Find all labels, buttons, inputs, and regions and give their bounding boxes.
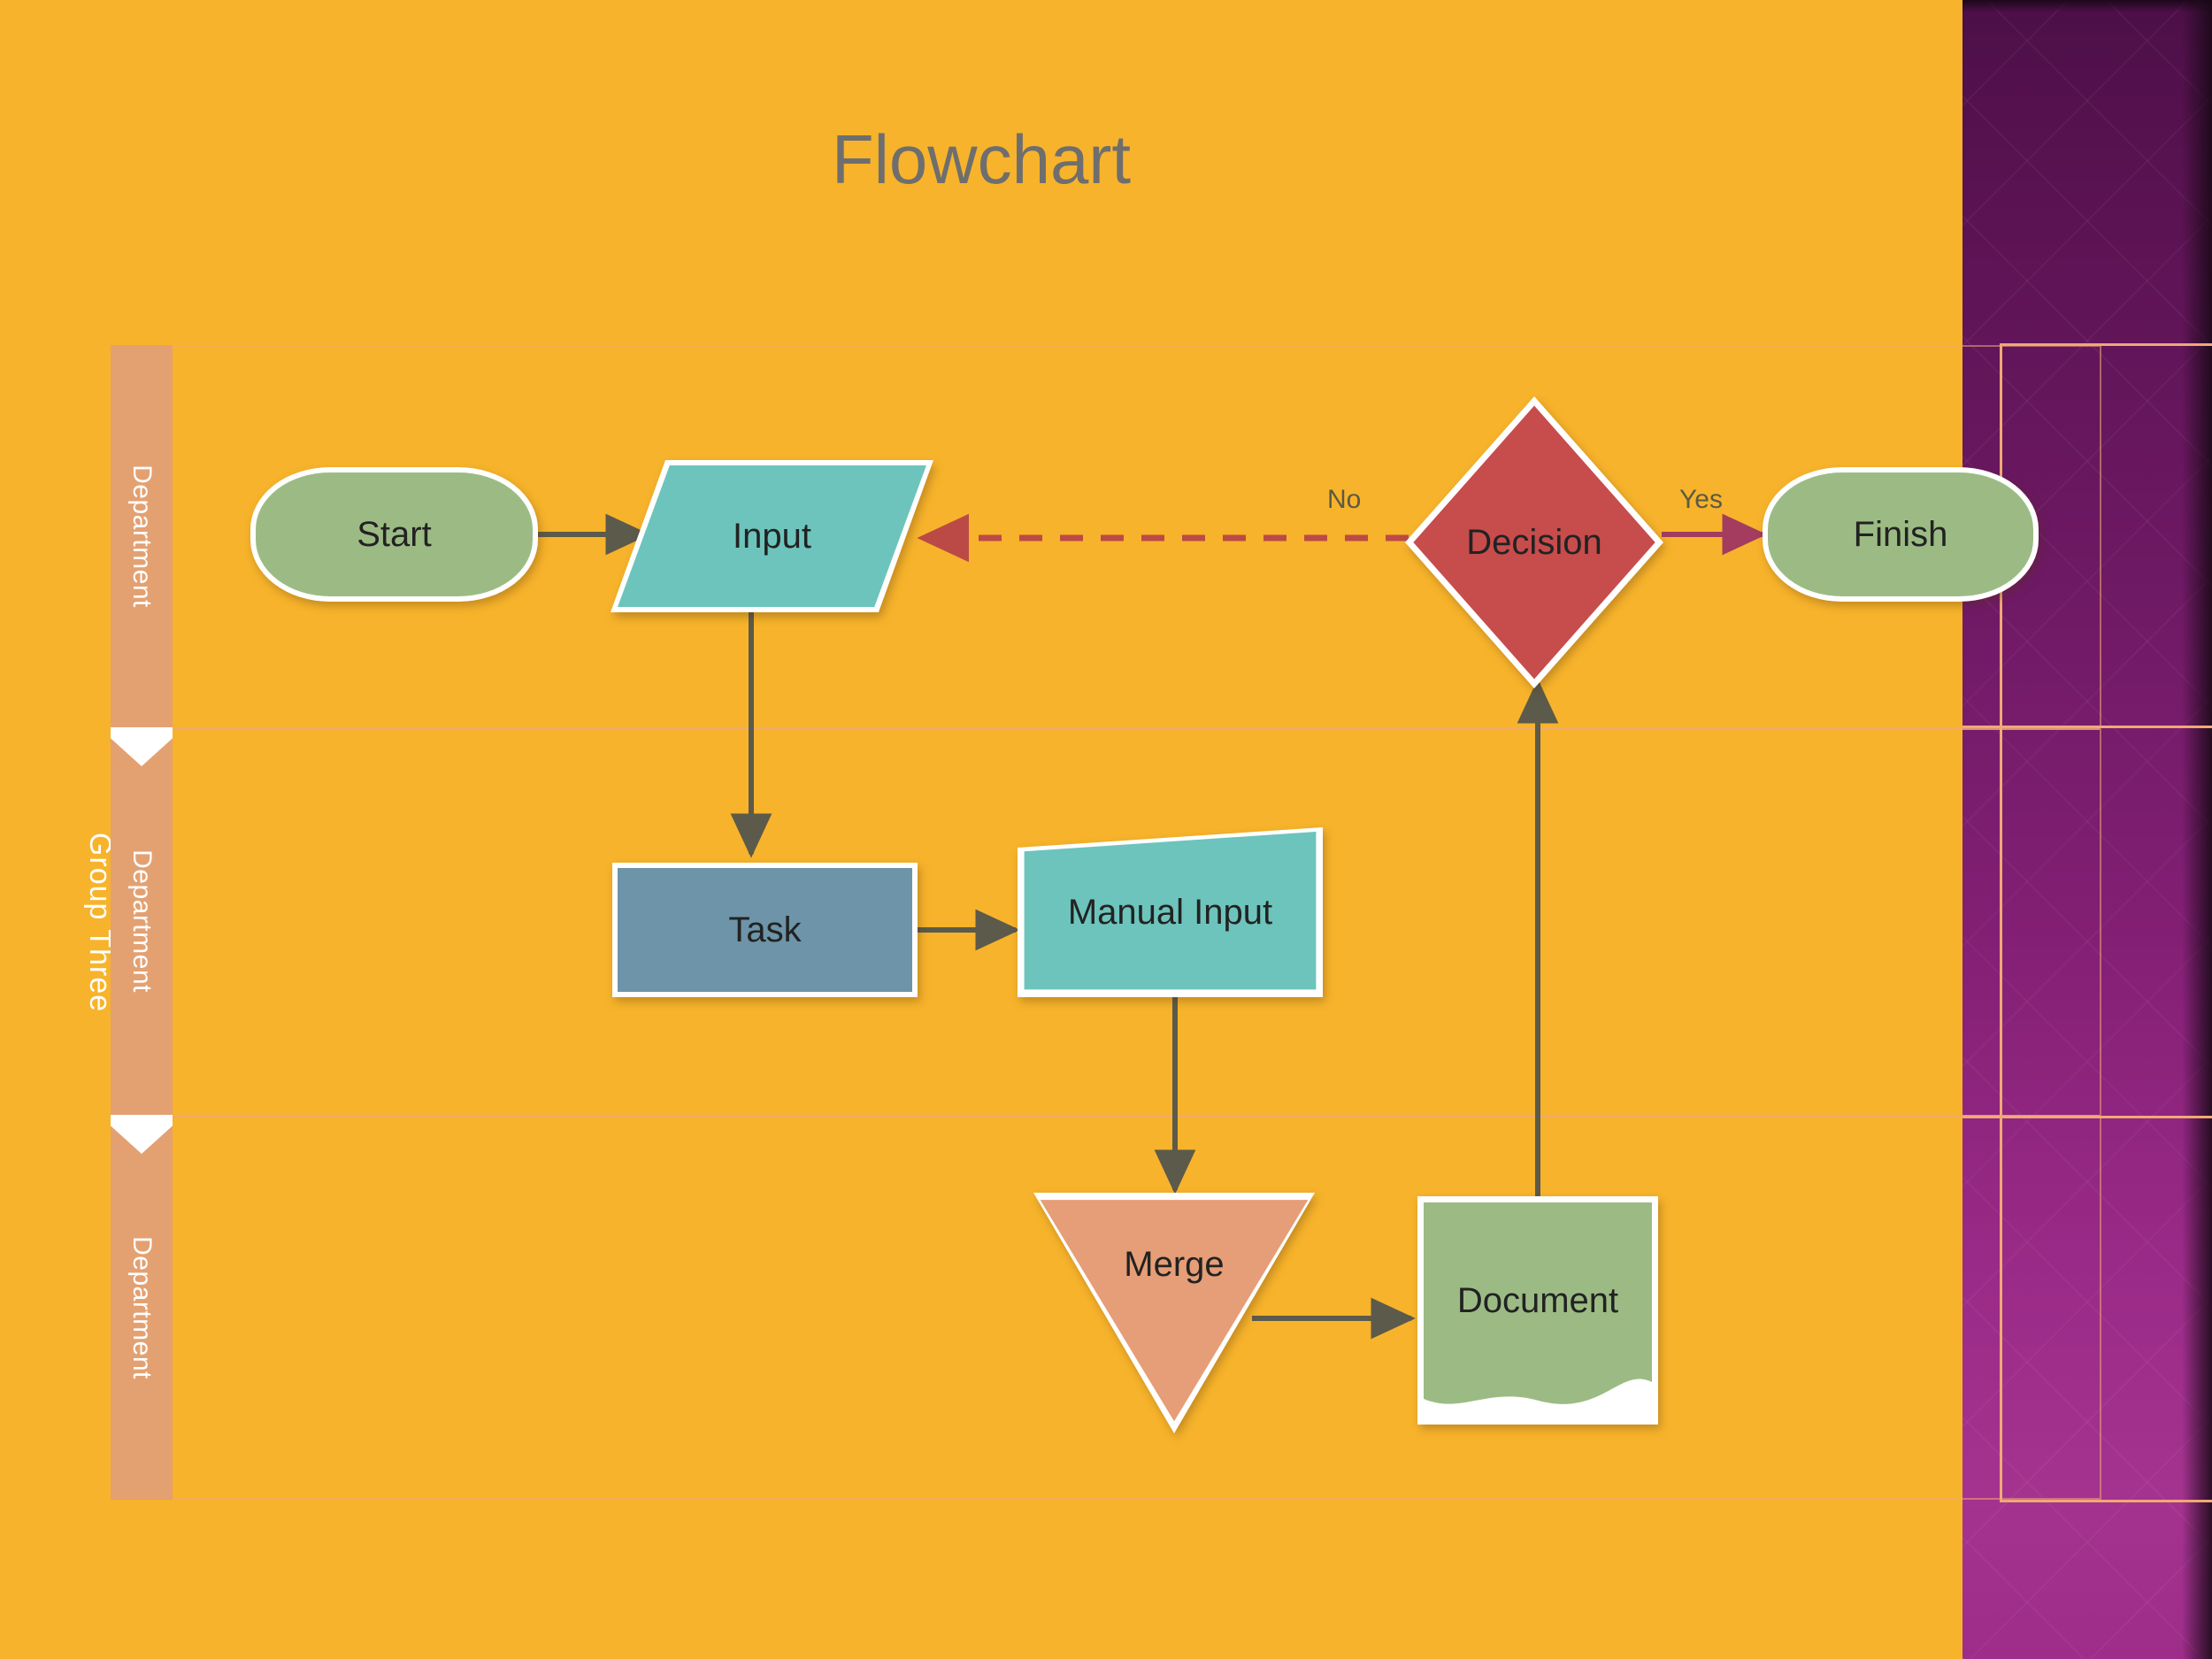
department-column: Department Department Department (111, 345, 173, 1500)
node-decision[interactable]: Decision (1405, 396, 1663, 688)
swimlane-label-1: Department (127, 465, 157, 608)
node-decision-fill (1413, 405, 1655, 680)
node-document-shape (1417, 1196, 1658, 1425)
node-merge[interactable]: Merge (1033, 1193, 1315, 1433)
lane-divider-1 (112, 727, 2100, 730)
node-input[interactable]: Input (611, 460, 933, 612)
edge-label-no: No (1327, 485, 1362, 514)
node-finish[interactable]: Finish (1763, 467, 2039, 602)
swimlane-label-3: Department (127, 1235, 157, 1379)
swimlane-header-1: Department (111, 345, 173, 727)
node-task-label: Task (728, 910, 802, 949)
node-task[interactable]: Task (612, 863, 918, 997)
swimlane-header-3: Department (111, 1115, 173, 1500)
node-finish-label: Finish (1853, 514, 1948, 554)
purple-top-shade (1962, 0, 2212, 12)
node-manual-input[interactable]: Manual Input (1018, 827, 1323, 997)
node-start-label: Start (357, 514, 432, 554)
swimlane-header-2: Department (111, 727, 173, 1115)
swimlane-label-2: Department (127, 849, 157, 993)
node-document[interactable]: Document (1417, 1196, 1658, 1425)
page-title: Flowchart (831, 120, 1132, 198)
lane-divider-2 (112, 1115, 2100, 1118)
node-manual-input-fill (1024, 831, 1317, 990)
node-start[interactable]: Start (250, 467, 538, 602)
node-merge-fill (1040, 1200, 1309, 1422)
slide-canvas: Flowchart Group Three Department Departm… (0, 0, 2212, 1659)
edge-label-yes: Yes (1679, 485, 1723, 514)
